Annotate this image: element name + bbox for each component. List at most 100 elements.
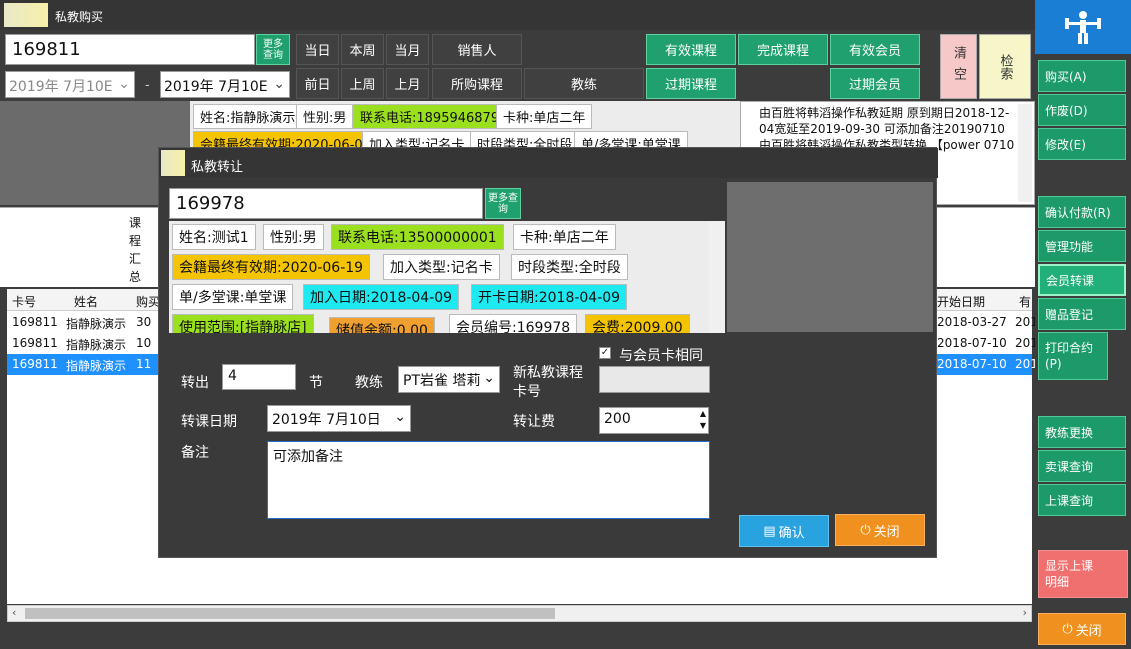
dialog-join-type-tag: 加入类型:记名卡 (383, 254, 500, 280)
remark-textarea[interactable]: 可添加备注 (267, 441, 710, 519)
sidebar-close-button[interactable]: ⏻ 关闭 (1038, 613, 1126, 645)
col-name[interactable]: 姓名 (74, 293, 98, 310)
power-icon: ⏻ (860, 522, 871, 538)
coach-label: 教练 (355, 375, 383, 391)
period-last-week-button[interactable]: 上周 (341, 68, 384, 99)
transfer-dialog: 私教转让 169978 更多查询 姓名:测试1 性别:男 联系电话:135000… (158, 147, 938, 558)
dialog-member-no-tag: 会员编号:169978 (449, 314, 578, 333)
fitness-icon (1065, 11, 1101, 44)
transfer-out-input[interactable]: 4 (222, 364, 296, 390)
chevron-down-icon: ⌄ (483, 370, 495, 386)
dialog-logo (161, 150, 185, 176)
dialog-info-scrollbar[interactable] (709, 221, 725, 333)
period-this-week-button[interactable]: 本周 (341, 34, 384, 65)
member-phone-tag: 联系电话:18959468794 (353, 104, 515, 129)
col-valid[interactable]: 有 (1019, 293, 1031, 310)
date-to-picker[interactable]: 2019年 7月10E ⌄ (160, 71, 290, 98)
expired-course-button[interactable]: 过期课程 (646, 68, 736, 99)
member-name-tag: 姓名:指静脉演示 (193, 104, 303, 129)
window-title: 私教购买 (55, 10, 104, 24)
sidebar-item-manage[interactable]: 管理功能 (1038, 230, 1126, 262)
period-yesterday-button[interactable]: 前日 (296, 68, 339, 99)
chevron-down-icon: ⌄ (394, 409, 406, 425)
sidebar-item-gift[interactable]: 赠品登记 (1038, 298, 1126, 330)
dialog-more-query-button[interactable]: 更多查询 (485, 188, 521, 219)
date-separator: - (145, 78, 150, 93)
sidebar-item-buy[interactable]: 购买(A) (1038, 60, 1126, 92)
expired-member-button[interactable]: 过期会员 (830, 68, 920, 99)
sidebar-item-sales-query[interactable]: 卖课查询 (1038, 450, 1126, 482)
fee-label: 转让费 (513, 414, 555, 430)
clear-button[interactable]: 清空 (940, 34, 977, 99)
horizontal-scrollbar[interactable]: ‹ › (7, 605, 1032, 622)
scroll-thumb[interactable] (25, 608, 555, 619)
member-gender-tag: 性别:男 (296, 104, 354, 129)
col-start-date[interactable]: 开始日期 (937, 293, 985, 310)
valid-member-button[interactable]: 有效会员 (830, 34, 920, 65)
valid-course-button[interactable]: 有效课程 (646, 34, 736, 65)
coach-select[interactable]: PT岩雀 塔莉 ⌄ (398, 366, 500, 393)
dialog-member-info: 姓名:测试1 性别:男 联系电话:13500000001 卡种:单店二年 会籍最… (169, 221, 725, 333)
same-card-checkbox[interactable]: ✓ (599, 347, 611, 359)
confirm-button[interactable]: ▤ 确认 (739, 515, 829, 547)
dialog-title: 私教转让 (191, 160, 244, 175)
seller-button[interactable]: 销售人 (432, 34, 522, 65)
coach-button[interactable]: 教练 (524, 68, 644, 99)
more-query-button[interactable]: 更多查询 (256, 34, 290, 65)
search-button[interactable]: 检索 (979, 34, 1031, 99)
scroll-left-icon[interactable]: ‹ (12, 606, 16, 619)
completed-course-button[interactable]: 完成课程 (738, 34, 828, 65)
dialog-card-type-tag: 卡种:单店二年 (513, 224, 616, 250)
app-logo (4, 3, 48, 27)
dialog-gender-tag: 性别:男 (263, 224, 324, 250)
sidebar-item-coach-change[interactable]: 教练更换 (1038, 416, 1126, 448)
period-today-button[interactable]: 当日 (296, 34, 339, 65)
fee-stepper[interactable]: 200 ▲ ▼ (599, 407, 709, 434)
dialog-close-button[interactable]: ⏻ 关闭 (835, 514, 925, 546)
dialog-title-bar: 私教转让 (159, 148, 938, 178)
title-bar: 私教购买 (0, 0, 1035, 30)
date-from-picker[interactable]: 2019年 7月10E ⌄ (5, 71, 135, 98)
dialog-period-type-tag: 时段类型:全时段 (511, 254, 628, 280)
dialog-single-multi-tag: 单/多堂课:单堂课 (172, 284, 294, 310)
transfer-date-picker[interactable]: 2019年 7月10日 ⌄ (267, 405, 411, 432)
app-header-tile (1035, 0, 1131, 54)
sidebar-item-class-query[interactable]: 上课查询 (1038, 484, 1126, 516)
period-last-month-button[interactable]: 上月 (386, 68, 429, 99)
period-this-month-button[interactable]: 当月 (386, 34, 429, 65)
sidebar-item-print-contract[interactable]: 打印合约(P) (1038, 332, 1108, 380)
power-icon: ⏻ (1062, 621, 1073, 637)
chevron-down-icon: ⌄ (273, 76, 285, 92)
dialog-join-date-tag: 加入日期:2018-04-09 (303, 284, 460, 310)
transfer-out-label: 转出 (181, 375, 209, 391)
dialog-phone-tag: 联系电话:13500000001 (331, 224, 504, 250)
member-card-type-tag: 卡种:单店二年 (496, 104, 593, 129)
sidebar-item-edit[interactable]: 修改(E) (1038, 128, 1126, 160)
new-card-input[interactable] (599, 366, 710, 393)
dialog-photo (727, 182, 933, 332)
sidebar-item-show-details[interactable]: 显示上课明细 (1038, 550, 1128, 598)
dialog-balance-tag: 储值余额:0.00 (329, 317, 435, 333)
unit-label: 节 (309, 375, 323, 391)
sidebar-item-confirm-payment[interactable]: 确认付款(R) (1038, 196, 1126, 228)
stepper-down-icon[interactable]: ▼ (700, 420, 706, 432)
new-card-label: 新私教课程卡号 (513, 365, 583, 400)
dialog-expiry-tag: 会籍最终有效期:2020-06-19 (172, 254, 371, 280)
dialog-card-input[interactable]: 169978 (169, 188, 483, 219)
summary-label: 课程汇总 (129, 216, 142, 284)
dialog-scope-tag: 使用范围:[指静脉店] (172, 314, 314, 333)
dialog-fee-tag: 会费:2009.00 (585, 314, 690, 333)
stepper-up-icon[interactable]: ▲ (700, 408, 706, 420)
col-qty[interactable]: 购买 (136, 293, 160, 310)
card-search-input[interactable]: 169811 (5, 34, 255, 65)
dialog-open-date-tag: 开卡日期:2018-04-09 (471, 284, 628, 310)
notes-scrollbar[interactable] (1018, 104, 1032, 202)
col-card[interactable]: 卡号 (12, 293, 36, 310)
chevron-down-icon: ⌄ (118, 76, 130, 92)
course-button[interactable]: 所购课程 (432, 68, 522, 99)
scroll-right-icon[interactable]: › (1023, 606, 1027, 619)
transfer-date-label: 转课日期 (181, 414, 237, 430)
sidebar-item-member-transfer[interactable]: 会员转课 (1038, 264, 1126, 296)
sidebar-item-void[interactable]: 作废(D) (1038, 94, 1126, 126)
dialog-name-tag: 姓名:测试1 (172, 224, 256, 250)
